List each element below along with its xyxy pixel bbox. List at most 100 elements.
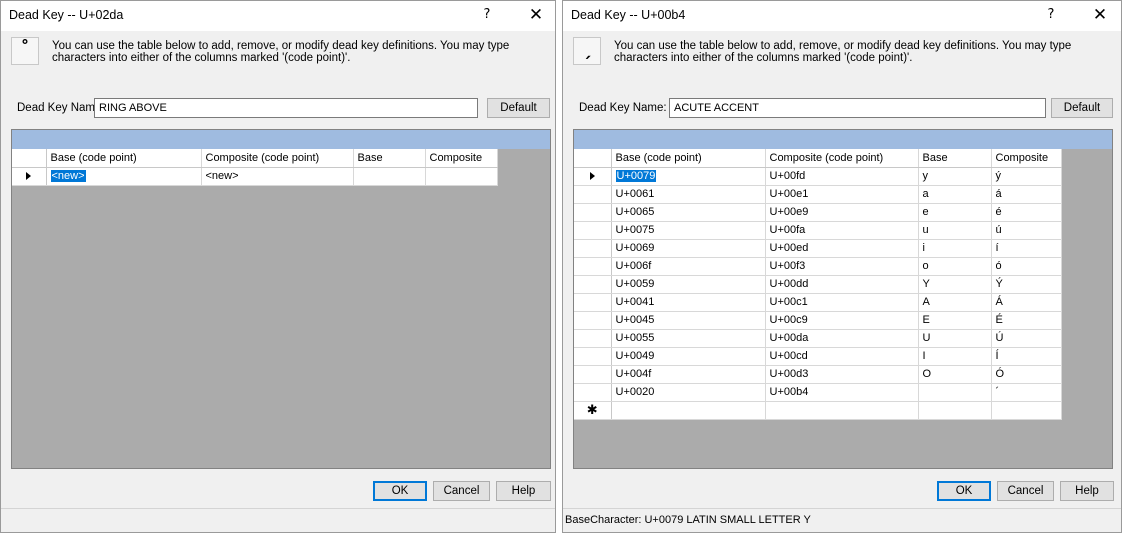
base-cp-cell[interactable]: U+004f: [611, 365, 766, 384]
base-cp-cell[interactable]: U+0075: [611, 221, 766, 240]
close-icon[interactable]: ✕: [1086, 4, 1114, 26]
base-cp-cell[interactable]: U+0020: [611, 383, 766, 402]
default-button[interactable]: Default: [1051, 98, 1113, 118]
composite-cp-cell[interactable]: U+00da: [765, 329, 919, 348]
base-cell: u: [918, 221, 992, 240]
help-button[interactable]: Help: [496, 481, 551, 501]
table-row[interactable]: U+0065 U+00e9 e é: [574, 203, 1062, 222]
base-cp-cell[interactable]: U+0065: [611, 203, 766, 222]
new-composite-cell: [425, 167, 498, 186]
new-row-cell[interactable]: [918, 401, 992, 420]
base-cp-cell[interactable]: U+0055: [611, 329, 766, 348]
table-caption-bar: [574, 130, 1112, 149]
new-row-cell[interactable]: [611, 401, 766, 420]
composite-cp-cell[interactable]: U+00f3: [765, 257, 919, 276]
default-button[interactable]: Default: [487, 98, 550, 118]
table-header-row: Base (code point) Composite (code point)…: [574, 149, 1062, 168]
table-row-new[interactable]: ✱: [574, 401, 1062, 420]
table-row[interactable]: U+0059 U+00dd Y Ý: [574, 275, 1062, 294]
base-cp-cell[interactable]: U+0061: [611, 185, 766, 204]
help-question-icon[interactable]: ?: [1041, 7, 1061, 25]
base-cell: Y: [918, 275, 992, 294]
row-header[interactable]: [574, 257, 612, 276]
base-cp-cell[interactable]: U+0045: [611, 311, 766, 330]
row-header[interactable]: [574, 365, 612, 384]
ok-button[interactable]: OK: [373, 481, 427, 501]
column-header-base-cp[interactable]: Base (code point): [611, 149, 766, 168]
row-header[interactable]: [574, 293, 612, 312]
column-header-composite[interactable]: Composite: [991, 149, 1062, 168]
base-cell: i: [918, 239, 992, 258]
composite-cp-cell[interactable]: U+00fa: [765, 221, 919, 240]
row-header-corner: [12, 149, 47, 168]
composite-cp-cell[interactable]: U+00e1: [765, 185, 919, 204]
base-cell: o: [918, 257, 992, 276]
row-header[interactable]: [574, 347, 612, 366]
composite-cp-cell[interactable]: U+00b4: [765, 383, 919, 402]
cancel-button[interactable]: Cancel: [433, 481, 490, 501]
base-cp-cell[interactable]: U+006f: [611, 257, 766, 276]
composite-cp-cell[interactable]: U+00cd: [765, 347, 919, 366]
column-header-base[interactable]: Base: [918, 149, 992, 168]
composite-cp-cell[interactable]: U+00c1: [765, 293, 919, 312]
row-header[interactable]: [574, 383, 612, 402]
composite-cp-cell[interactable]: U+00fd: [765, 167, 919, 186]
column-header-composite[interactable]: Composite: [425, 149, 498, 168]
ok-button[interactable]: OK: [937, 481, 991, 501]
row-header[interactable]: [574, 275, 612, 294]
title-bar: Dead Key -- U+00b4 ? ✕: [563, 1, 1121, 31]
base-cp-cell[interactable]: U+0069: [611, 239, 766, 258]
row-header[interactable]: [574, 239, 612, 258]
table-row[interactable]: U+0020 U+00b4 ´: [574, 383, 1062, 402]
dead-key-glyph: ˚: [11, 37, 39, 65]
composite-cp-cell[interactable]: U+00ed: [765, 239, 919, 258]
row-header[interactable]: [574, 203, 612, 222]
table-row[interactable]: U+0041 U+00c1 A Á: [574, 293, 1062, 312]
column-header-base-cp[interactable]: Base (code point): [46, 149, 202, 168]
base-cell: I: [918, 347, 992, 366]
table-row[interactable]: U+0061 U+00e1 a á: [574, 185, 1062, 204]
table-row-new[interactable]: <new> <new>: [12, 167, 498, 186]
composite-cell: ó: [991, 257, 1062, 276]
row-header[interactable]: [574, 221, 612, 240]
composite-cp-cell[interactable]: U+00e9: [765, 203, 919, 222]
base-cp-cell[interactable]: U+0041: [611, 293, 766, 312]
dead-key-table: Base (code point) Composite (code point)…: [11, 129, 551, 469]
dead-key-glyph: ˏ: [573, 37, 601, 65]
base-cp-cell[interactable]: U+0079: [611, 167, 766, 186]
composite-cp-cell[interactable]: U+00c9: [765, 311, 919, 330]
column-header-base[interactable]: Base: [353, 149, 426, 168]
base-cp-cell[interactable]: U+0059: [611, 275, 766, 294]
new-composite-cp-cell[interactable]: <new>: [201, 167, 354, 186]
table-row[interactable]: U+0069 U+00ed i í: [574, 239, 1062, 258]
table-header-row: Base (code point) Composite (code point)…: [12, 149, 498, 168]
current-row-arrow-icon[interactable]: [574, 167, 612, 186]
new-row-cell[interactable]: [991, 401, 1062, 420]
dead-key-dialog-right: Dead Key -- U+00b4 ? ✕ ˏ You can use the…: [562, 0, 1122, 533]
table-row[interactable]: U+0045 U+00c9 E É: [574, 311, 1062, 330]
row-header[interactable]: [574, 329, 612, 348]
row-header[interactable]: [574, 185, 612, 204]
row-header[interactable]: [574, 311, 612, 330]
help-button[interactable]: Help: [1060, 481, 1114, 501]
composite-cp-cell[interactable]: U+00d3: [765, 365, 919, 384]
composite-cp-cell[interactable]: U+00dd: [765, 275, 919, 294]
new-row-cell[interactable]: [765, 401, 919, 420]
base-cp-cell[interactable]: U+0049: [611, 347, 766, 366]
composite-cell: ´: [991, 383, 1062, 402]
composite-cell: ú: [991, 221, 1062, 240]
table-row[interactable]: U+0075 U+00fa u ú: [574, 221, 1062, 240]
table-row[interactable]: U+006f U+00f3 o ó: [574, 257, 1062, 276]
cancel-button[interactable]: Cancel: [997, 481, 1054, 501]
table-row[interactable]: U+0055 U+00da U Ú: [574, 329, 1062, 348]
column-header-composite-cp[interactable]: Composite (code point): [765, 149, 919, 168]
table-row[interactable]: U+0049 U+00cd I Í: [574, 347, 1062, 366]
dead-key-name-input[interactable]: ACUTE ACCENT: [669, 98, 1046, 118]
table-row[interactable]: U+0079 U+00fd y ý: [574, 167, 1062, 186]
help-question-icon[interactable]: ?: [477, 7, 497, 25]
new-base-cp-cell[interactable]: <new>: [46, 167, 202, 186]
column-header-composite-cp[interactable]: Composite (code point): [201, 149, 354, 168]
dead-key-name-input[interactable]: RING ABOVE: [94, 98, 478, 118]
close-icon[interactable]: ✕: [522, 4, 550, 26]
table-row[interactable]: U+004f U+00d3 O Ó: [574, 365, 1062, 384]
